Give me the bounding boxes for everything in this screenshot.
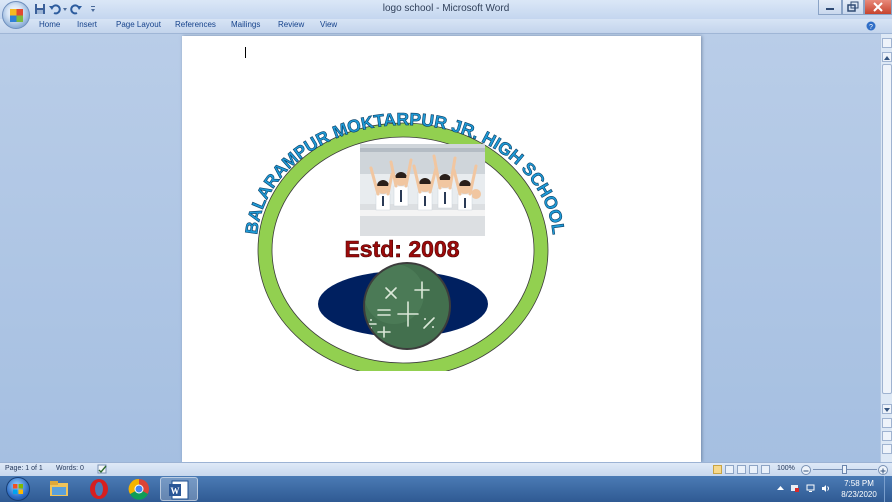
tab-view[interactable]: View [320, 20, 337, 29]
office-logo-icon [10, 9, 23, 22]
text-cursor [245, 47, 246, 58]
full-screen-reading-view-button[interactable] [725, 465, 734, 474]
students-photo [360, 144, 485, 236]
tab-mailings[interactable]: Mailings [231, 20, 260, 29]
word-count[interactable]: Words: 0 [56, 465, 84, 472]
svg-text:?: ? [869, 24, 873, 31]
school-logo[interactable]: BALARAMPUR MOKTARPUR JR. HIGH SCHOOL Est… [182, 36, 701, 462]
zoom-out-icon[interactable] [801, 465, 811, 475]
clock-time[interactable]: 7:58 PM [836, 479, 882, 488]
math-chalkboard-emblem [363, 262, 451, 350]
help-icon[interactable]: ? [866, 21, 876, 31]
restore-button[interactable] [842, 0, 864, 15]
office-button[interactable] [2, 1, 30, 29]
window-title: logo school - Microsoft Word [382, 3, 510, 14]
word-taskbar-icon[interactable]: W [160, 477, 198, 501]
network-icon[interactable] [806, 484, 815, 493]
document-page[interactable]: BALARAMPUR MOKTARPUR JR. HIGH SCHOOL Est… [182, 36, 701, 462]
scroll-up-icon[interactable] [882, 52, 892, 62]
previous-page-icon[interactable] [882, 418, 892, 428]
draft-view-button[interactable] [761, 465, 770, 474]
close-button[interactable] [864, 0, 892, 15]
chrome-icon[interactable] [120, 477, 158, 501]
svg-text:W: W [171, 486, 180, 496]
scroll-down-icon[interactable] [882, 404, 892, 414]
tab-home[interactable]: Home [39, 20, 60, 29]
vertical-scrollbar[interactable] [880, 34, 892, 462]
start-button[interactable] [6, 477, 30, 501]
opera-icon[interactable] [80, 477, 118, 501]
tab-page-layout[interactable]: Page Layout [116, 20, 161, 29]
taskbar: W 7:58 PM 8/23/2020 [0, 476, 892, 502]
zoom-level[interactable]: 100% [777, 465, 795, 472]
title-bar: logo school - Microsoft Word [0, 0, 892, 19]
tab-insert[interactable]: Insert [77, 20, 97, 29]
tab-references[interactable]: References [175, 20, 216, 29]
established-text: Estd: 2008 [344, 236, 459, 262]
web-layout-view-button[interactable] [737, 465, 746, 474]
volume-icon[interactable] [821, 484, 830, 493]
minimize-button[interactable] [818, 0, 842, 15]
zoom-in-icon[interactable] [878, 465, 888, 475]
ribbon-tabs: Home Insert Page Layout References Maili… [0, 19, 892, 34]
page-count[interactable]: Page: 1 of 1 [5, 465, 43, 472]
clock-date[interactable]: 8/23/2020 [836, 490, 882, 499]
print-layout-view-button[interactable] [713, 465, 722, 474]
outline-view-button[interactable] [749, 465, 758, 474]
zoom-slider-thumb[interactable] [842, 465, 847, 474]
show-desktop-button[interactable] [884, 476, 892, 502]
tab-review[interactable]: Review [278, 20, 304, 29]
action-center-icon[interactable] [790, 484, 799, 493]
next-page-icon[interactable] [882, 444, 892, 454]
file-explorer-icon[interactable] [40, 477, 78, 501]
show-hidden-icons-icon[interactable] [776, 484, 785, 493]
proofing-icon[interactable] [97, 464, 108, 475]
ruler-toggle-icon[interactable] [882, 38, 892, 48]
scroll-thumb[interactable] [882, 64, 892, 394]
status-bar: Page: 1 of 1 Words: 0 100% [0, 462, 892, 476]
select-browse-object-icon[interactable] [882, 431, 892, 441]
